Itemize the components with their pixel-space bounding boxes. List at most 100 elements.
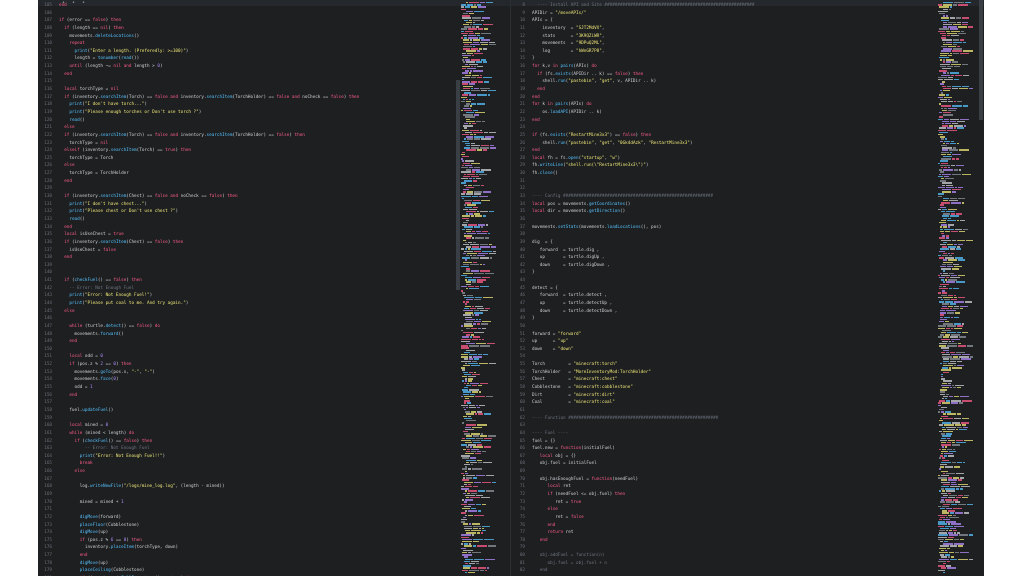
code-line[interactable]: 170 mined = mined + 1 <box>38 499 458 507</box>
code-line[interactable]: 107 if (error == false) then <box>38 17 458 25</box>
code-line[interactable]: 124 elseif (inventory.searchItem(Torch) … <box>38 147 458 155</box>
code-line[interactable]: 111 print("Enter a length. (Preferedly: … <box>38 48 458 56</box>
code-line[interactable]: 108 if (length == nil) then <box>38 25 458 33</box>
code-line[interactable]: 75 ret = false <box>511 514 931 522</box>
code-line[interactable]: 154 movements.face(0) <box>38 376 458 384</box>
code-line[interactable]: 64 ---- Fuel ---- <box>511 430 931 438</box>
code-line[interactable]: 8 ---- Install API and Site ############… <box>511 2 931 10</box>
code-line[interactable]: 178 digMove(up) <box>38 560 458 568</box>
code-line[interactable]: 29 fh.writeLine("shell.run(\"RestartMine3… <box>511 162 931 170</box>
code-line[interactable]: 167 <box>38 476 458 484</box>
code-line[interactable]: 134 end <box>38 224 458 232</box>
code-line[interactable]: 62 ---- Function ########################… <box>511 415 931 423</box>
code-line[interactable]: 12 stats = "3K9QZiWR", <box>511 33 931 41</box>
code-line[interactable]: 130 if (inventory.searchItem(Chest) == f… <box>38 193 458 201</box>
code-line[interactable]: 136 if (inventory.searchItem(Chest) == f… <box>38 239 458 247</box>
code-line[interactable]: 32 <box>511 185 931 193</box>
code-line[interactable]: 105 end <box>38 2 458 10</box>
code-line[interactable]: 18 shell.run("pastebin", "get", v, APIDi… <box>511 78 931 86</box>
code-line[interactable]: 142 -- Error: Not Enough Fuel <box>38 285 458 293</box>
code-line[interactable]: 41 up = turtle.digUp , <box>511 254 931 262</box>
code-line[interactable]: 10 APIs = { <box>511 17 931 25</box>
code-line[interactable]: 172 digMove(forward) <box>38 514 458 522</box>
code-line[interactable]: 66 fuel.new = function(initialFuel) <box>511 445 931 453</box>
scrollbar-left[interactable] <box>456 80 460 290</box>
code-line[interactable]: 65 fuel = {} <box>511 438 931 446</box>
code-line[interactable]: 15} <box>511 55 931 63</box>
code-line[interactable]: 38 <box>511 231 931 239</box>
code-line[interactable]: 33 ---- Config ##########################… <box>511 193 931 201</box>
code-line[interactable]: 16 for k,v in pairs(APIs) do <box>511 63 931 71</box>
code-line[interactable]: 116 local torchType = nil <box>38 86 458 94</box>
code-line[interactable]: 80 obj.addFuel = function(n) <box>511 552 931 560</box>
code-line[interactable]: 68 obj.fuel = initialFuel <box>511 460 931 468</box>
code-line[interactable]: 44 <box>511 277 931 285</box>
code-line[interactable]: 127 torchType = TorchHolder <box>38 170 458 178</box>
code-line[interactable]: 122 if (inventory.searchItem(Torch) == f… <box>38 132 458 140</box>
code-line[interactable]: 60 Coal = "minecraft:coal" <box>511 399 931 407</box>
code-line[interactable]: 113 until (length ~= nil and length > 0) <box>38 63 458 71</box>
code-line[interactable]: 51 forward = "forward" <box>511 331 931 339</box>
code-line[interactable]: 36 <box>511 216 931 224</box>
code-line[interactable]: 20 end <box>511 94 931 102</box>
code-line[interactable]: 157 <box>38 399 458 407</box>
scrollbar-right[interactable] <box>979 0 983 120</box>
code-line[interactable]: 147 while (turtle.detect() == false) do <box>38 323 458 331</box>
code-line[interactable]: 25 if (fs.exists("RestartMine3x3") == fal… <box>511 132 931 140</box>
code-line[interactable]: 139 <box>38 262 458 270</box>
code-line[interactable]: 67 local obj = {} <box>511 453 931 461</box>
code-line[interactable]: 162 if (checkFuel() == false) then <box>38 438 458 446</box>
code-line[interactable]: 126 else <box>38 162 458 170</box>
code-line[interactable]: 159 <box>38 415 458 423</box>
code-line[interactable]: 135 local isUseChest = true <box>38 231 458 239</box>
code-line[interactable]: 174 digMove(up) <box>38 529 458 537</box>
code-line[interactable]: 169 <box>38 491 458 499</box>
code-line[interactable]: 70 obj.hasEnoughFuel = function(needFuel… <box>511 476 931 484</box>
code-line[interactable]: 128 end <box>38 178 458 186</box>
code-line[interactable]: 137 isUseChest = false <box>38 247 458 255</box>
code-line[interactable]: 57 Chest = "minecraft:chest" <box>511 376 931 384</box>
code-line[interactable]: 141 if (checkFuel() == false) then <box>38 277 458 285</box>
code-line[interactable]: 173 placeFloor(Cobblestone) <box>38 522 458 530</box>
code-line[interactable]: 23 end <box>511 117 931 125</box>
code-line[interactable]: 123 torchType = nil <box>38 140 458 148</box>
code-line[interactable]: 59 Dirt = "minecraft:dirt" <box>511 392 931 400</box>
code-line[interactable]: 110 repeat <box>38 40 458 48</box>
code-line[interactable]: 63 <box>511 422 931 430</box>
code-line[interactable]: 49} <box>511 315 931 323</box>
code-line[interactable]: 120 read() <box>38 117 458 125</box>
code-line[interactable]: 72 if (needFuel <= obj.fuel) then <box>511 491 931 499</box>
code-line[interactable]: 55 Torch = "minecraft:torch" <box>511 361 931 369</box>
code-line[interactable]: 11 inventory = "SJT2MdVX", <box>511 25 931 33</box>
code-line[interactable]: 46 forward = turtle.detect , <box>511 292 931 300</box>
code-line[interactable]: 119 print("Please enough torches or Don'… <box>38 109 458 117</box>
code-line[interactable]: 34 local pos = movements.getCoordinates() <box>511 201 931 209</box>
code-line[interactable]: 73 ret = true <box>511 499 931 507</box>
code-line[interactable]: 125 torchType = Torch <box>38 155 458 163</box>
code-line[interactable]: 163 -- Error: Not Enough Fuel <box>38 445 458 453</box>
editor-pane-left[interactable]: • • • 105 end 106 107 if (error == false) th… <box>38 0 510 576</box>
code-line[interactable]: 30 fh.close() <box>511 170 931 178</box>
code-line[interactable]: 106 <box>38 10 458 18</box>
code-line[interactable]: 117 if (inventory.searchItem(Torch) == f… <box>38 94 458 102</box>
code-line[interactable]: 58 Cobblestone = "minecraft:cobblestone" <box>511 384 931 392</box>
code-line[interactable]: 131 print("I don't have chest...") <box>38 201 458 209</box>
code-line[interactable]: 9 APIDir = "/moveAPIs/" <box>511 10 931 18</box>
code-line[interactable]: 79 <box>511 544 931 552</box>
code-line[interactable]: 61 <box>511 407 931 415</box>
code-line[interactable]: 148 movements.forward() <box>38 331 458 339</box>
code-line[interactable]: 76 end <box>511 522 931 530</box>
code-line[interactable]: 158 fuel.updateFuel() <box>38 407 458 415</box>
code-line[interactable]: 47 up = turtle.detectUp , <box>511 300 931 308</box>
code-line[interactable]: 39 dig = { <box>511 239 931 247</box>
code-line[interactable]: 31 <box>511 178 931 186</box>
code-line[interactable]: 179 placeCeiling(Cobblestone) <box>38 567 458 575</box>
code-line[interactable]: 71 local ret <box>511 483 931 491</box>
code-line[interactable]: 56 TorchHolder = "MoreInventoryMod:TorchH… <box>511 369 931 377</box>
code-line[interactable]: 165 break <box>38 460 458 468</box>
code-line[interactable]: 171 <box>38 506 458 514</box>
code-line[interactable]: 42 down = turtle.digDown , <box>511 262 931 270</box>
code-line[interactable]: 19 end <box>511 86 931 94</box>
code-line[interactable]: 78 end <box>511 537 931 545</box>
code-line[interactable]: 50 <box>511 323 931 331</box>
